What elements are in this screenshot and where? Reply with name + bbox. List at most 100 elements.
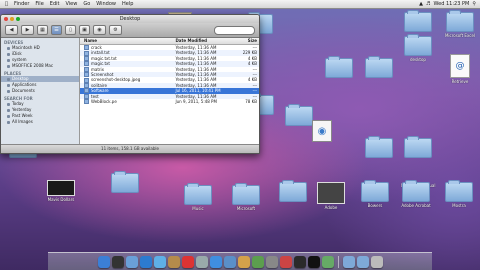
desktop-folder[interactable]: Adobe Acrobat [399, 180, 433, 208]
back-button[interactable]: ◀ [5, 25, 18, 35]
dock-app-1-icon[interactable] [279, 255, 292, 268]
desktop-folder[interactable]: Adobe [314, 182, 348, 210]
desktop-folder[interactable]: Music [181, 183, 215, 211]
folder-icon [445, 180, 473, 202]
zoom-icon[interactable] [16, 17, 20, 21]
dock-terminal-icon[interactable] [307, 255, 320, 268]
wifi-icon[interactable]: ▲ [419, 0, 423, 8]
file-icon [84, 99, 89, 105]
status-bar: 11 items, 158.1 GB available [1, 144, 259, 153]
dock-safari-icon[interactable] [139, 255, 152, 268]
icon-view-button[interactable]: ▦ [37, 25, 48, 35]
dock-address-book-icon[interactable] [167, 255, 180, 268]
desktop-folder[interactable] [362, 56, 396, 79]
desktop-folder[interactable] [282, 104, 316, 127]
desktop-folder[interactable]: desktop [401, 34, 435, 62]
dock-ichat-icon[interactable] [153, 255, 166, 268]
menu-finder[interactable]: Finder [11, 0, 32, 8]
idisk-icon [7, 52, 10, 56]
folder-icon [365, 136, 393, 158]
menu-file[interactable]: File [32, 0, 46, 8]
menubar-clock[interactable]: Wed 11:23 PM [434, 0, 470, 8]
menu-view[interactable]: View [62, 0, 80, 8]
dock-preview-icon[interactable] [195, 255, 208, 268]
desktop-folder[interactable] [322, 56, 356, 79]
dock-app-2-icon[interactable] [293, 255, 306, 268]
finder-sidebar: DEVICES Macintosh HD iDisk system MSOFFI… [1, 38, 80, 145]
apple-menu-icon[interactable]:  [0, 0, 11, 8]
column-header-size[interactable]: Size [233, 38, 259, 44]
folder-icon [402, 180, 430, 202]
desktop-folder[interactable]: Bowers [358, 180, 392, 208]
folder-icon [404, 34, 432, 56]
menu-help[interactable]: Help [119, 0, 136, 8]
coverflow-view-button[interactable]: ▣ [79, 25, 90, 35]
folder-icon [279, 180, 307, 202]
minimize-icon[interactable] [10, 17, 14, 21]
column-header-name[interactable]: Name [80, 38, 175, 44]
forward-button[interactable]: ▶ [21, 25, 34, 35]
image-icon [7, 120, 10, 124]
dock [48, 252, 432, 270]
folder-icon [325, 56, 353, 78]
sidebar-places-header: PLACES [4, 71, 22, 76]
desktop-folder[interactable]: Mostra [442, 180, 476, 208]
dock-garageband-icon[interactable] [237, 255, 250, 268]
dock-dashboard-icon[interactable] [111, 255, 124, 268]
finder-toolbar: ◀ ▶ ▦ ☰ ▯ ▣ ◉ ⚙ [1, 23, 259, 38]
dock-finder-icon[interactable] [97, 255, 110, 268]
desktop-folder[interactable] [401, 10, 435, 33]
spotlight-icon[interactable]: ⚲ [472, 0, 476, 8]
window-titlebar[interactable]: Desktop [1, 15, 259, 23]
dock-itunes-icon[interactable] [209, 255, 222, 268]
folder-icon [361, 180, 389, 202]
desktop-image[interactable]: Mavis Dollars [44, 180, 78, 202]
dock-app-3-icon[interactable] [321, 255, 334, 268]
desktop-folder[interactable]: Microsoft [229, 183, 263, 211]
dock-trash-icon[interactable] [370, 255, 383, 268]
size-cell: 78 KB [245, 98, 257, 104]
list-view-button[interactable]: ☰ [51, 25, 62, 35]
close-icon[interactable] [4, 17, 8, 21]
desktop-folder[interactable] [108, 171, 142, 194]
quicklook-button[interactable]: ◉ [93, 25, 106, 35]
folder-icon [111, 171, 139, 193]
desktop-icon [7, 77, 10, 81]
dock-folder-stack-1-icon[interactable] [342, 255, 355, 268]
disk-utility-icon[interactable]: ◉ [312, 120, 332, 142]
dock-folder-stack-2-icon[interactable] [356, 255, 369, 268]
dock-time-machine-icon[interactable] [251, 255, 264, 268]
desktop-folder[interactable] [276, 180, 310, 203]
sidebar-item-search[interactable]: All Images [1, 119, 79, 125]
desktop-folder[interactable] [362, 136, 396, 159]
dock-system-prefs-icon[interactable] [265, 255, 278, 268]
action-button[interactable]: ⚙ [109, 25, 122, 35]
menu-window[interactable]: Window [93, 0, 119, 8]
dock-ical-icon[interactable] [181, 255, 194, 268]
search-input[interactable] [214, 25, 255, 35]
dock-iphoto-icon[interactable] [223, 255, 236, 268]
desktop-document[interactable]: @ Retrieve [443, 54, 477, 84]
document-icon: @ [450, 54, 470, 78]
sidebar-devices-header: DEVICES [4, 40, 24, 45]
sidebar-search-header: SEARCH FOR [4, 96, 33, 101]
clock-icon [7, 102, 10, 106]
folder-icon [404, 10, 432, 32]
file-list: Name Date Modified Size crack Yesterday, … [80, 38, 259, 145]
applications-icon [7, 83, 10, 87]
menu-edit[interactable]: Edit [47, 0, 63, 8]
table-row[interactable]: WebBlock.pe Jun 9, 2011, 5:48 PM 78 KB [80, 98, 259, 105]
menu-bar:  Finder File Edit View Go Window Help ▲… [0, 0, 480, 9]
folder-icon [285, 104, 313, 126]
volume-icon[interactable]: ♬ [426, 0, 430, 8]
folder-icon [232, 183, 260, 205]
dock-mail-icon[interactable] [125, 255, 138, 268]
column-header-date[interactable]: Date Modified [175, 38, 233, 44]
desktop-folder[interactable] [401, 136, 435, 159]
menu-go[interactable]: Go [80, 0, 93, 8]
column-view-button[interactable]: ▯ [65, 25, 76, 35]
file-rows: crack Yesterday, 11:36 AM --- install.txt Ye… [80, 45, 259, 105]
clock-icon [7, 114, 10, 118]
desktop-folder[interactable]: Microsoft Excel [443, 10, 477, 38]
list-header: Name Date Modified Size [80, 38, 259, 45]
